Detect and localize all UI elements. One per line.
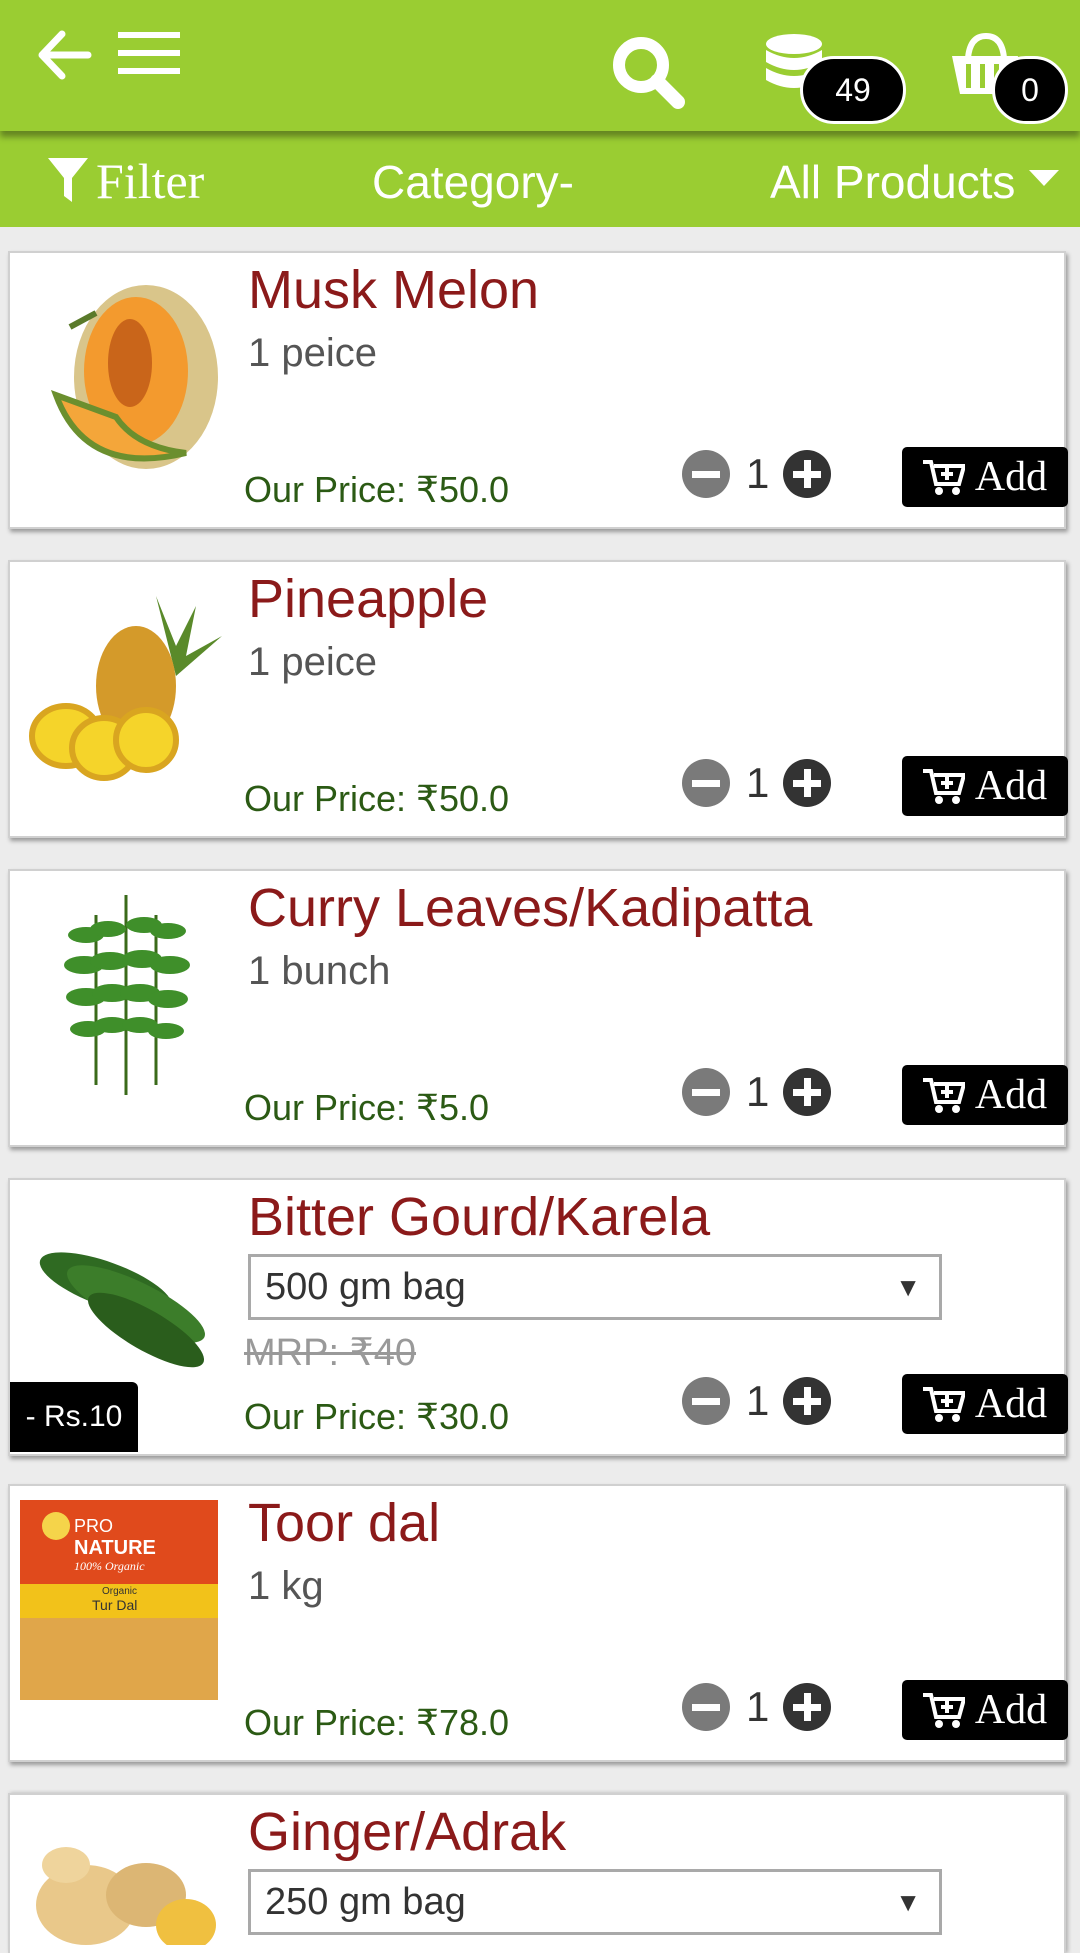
- minus-circle-icon[interactable]: [682, 759, 730, 807]
- cart-plus-icon: [922, 769, 965, 804]
- back-arrow-icon[interactable]: [36, 30, 92, 80]
- quantity-stepper: 1: [682, 1682, 832, 1732]
- wallet-count-badge: 49: [800, 56, 906, 124]
- funnel-icon: [48, 158, 88, 202]
- quantity-value: 1: [746, 450, 770, 497]
- product-unit: 1 peice: [248, 331, 377, 375]
- variant-select-value: 250 gm bag: [265, 1881, 466, 1923]
- quantity-value: 1: [746, 1068, 770, 1115]
- hamburger-menu-icon[interactable]: [118, 30, 180, 76]
- cart-plus-icon: [922, 460, 965, 495]
- filter-button[interactable]: Filter: [48, 153, 204, 209]
- pack-tagline: 100% Organic: [74, 1559, 145, 1573]
- quantity-value: 1: [746, 1377, 770, 1424]
- add-button-label: Add: [974, 1381, 1048, 1427]
- plus-circle-icon[interactable]: [783, 759, 832, 807]
- product-card[interactable]: Pineapple 1 peice Our Price: ₹50.0 1 Add: [8, 560, 1068, 838]
- product-price: Our Price: ₹78.0: [244, 1702, 510, 1743]
- minus-circle-icon[interactable]: [682, 1068, 730, 1116]
- add-button-label: Add: [974, 763, 1048, 809]
- plus-circle-icon[interactable]: [783, 1068, 832, 1116]
- product-unit: 1 kg: [248, 1564, 324, 1608]
- cart-plus-icon: [922, 1078, 965, 1113]
- product-image-pineapple: [26, 576, 226, 796]
- product-unit: 1 bunch: [248, 949, 391, 993]
- add-button-label: Add: [974, 1687, 1048, 1733]
- quantity-stepper: 1: [682, 449, 832, 499]
- product-price: Our Price: ₹5.0: [244, 1087, 489, 1128]
- product-name: Toor dal: [248, 1493, 441, 1553]
- product-unit: 1 peice: [248, 640, 377, 684]
- minus-circle-icon[interactable]: [682, 1377, 730, 1425]
- product-image-toor-dal: PRO NATURE 100% Organic Organic Tur Dal: [16, 1496, 222, 1706]
- product-card[interactable]: PRO NATURE 100% Organic Organic Tur Dal …: [8, 1484, 1068, 1762]
- product-card[interactable]: Musk Melon 1 peice Our Price: ₹50.0 1 Ad…: [8, 251, 1068, 529]
- product-card[interactable]: - Rs.10 Bitter Gourd/Karela 500 gm bag ▼…: [8, 1178, 1068, 1456]
- product-name: Curry Leaves/Kadipatta: [248, 878, 813, 938]
- pack-brand-line2: NATURE: [74, 1537, 156, 1559]
- pack-brand-line1: PRO: [74, 1516, 113, 1536]
- minus-circle-icon[interactable]: [682, 450, 730, 498]
- product-name: Bitter Gourd/Karela: [248, 1187, 711, 1247]
- product-name: Pineapple: [248, 569, 489, 629]
- minus-circle-icon[interactable]: [682, 1683, 730, 1731]
- add-to-cart-button[interactable]: Add: [902, 1374, 1068, 1434]
- product-image-bitter-gourd: [26, 1194, 226, 1414]
- dropdown-arrow-icon: ▼: [895, 1272, 921, 1302]
- dropdown-arrow-icon: ▼: [895, 1887, 921, 1917]
- product-price: Our Price: ₹30.0: [244, 1396, 510, 1437]
- plus-circle-icon[interactable]: [783, 1377, 832, 1425]
- pack-small-label: Organic: [102, 1586, 137, 1597]
- variant-select[interactable]: 250 gm bag ▼: [248, 1869, 942, 1935]
- product-image-ginger: [26, 1825, 226, 1945]
- app-toolbar: 49 0: [0, 0, 1080, 131]
- variant-select-value: 500 gm bag: [265, 1266, 466, 1308]
- cart-plus-icon: [922, 1387, 965, 1422]
- product-price: Our Price: ₹50.0: [244, 778, 510, 819]
- product-name: Musk Melon: [248, 260, 540, 320]
- add-to-cart-button[interactable]: Add: [902, 447, 1068, 507]
- add-to-cart-button[interactable]: Add: [902, 1680, 1068, 1740]
- quantity-stepper: 1: [682, 1067, 832, 1117]
- quantity-stepper: 1: [682, 758, 832, 808]
- quantity-value: 1: [746, 1683, 770, 1730]
- pack-product-label: Tur Dal: [92, 1597, 137, 1613]
- caret-down-icon: [1029, 170, 1060, 186]
- mrp-price: MRP: ₹40: [244, 1332, 417, 1374]
- product-image-musk-melon: [26, 267, 226, 487]
- cart-plus-icon: [922, 1693, 965, 1728]
- quantity-stepper: 1: [682, 1376, 832, 1426]
- product-card[interactable]: Curry Leaves/Kadipatta 1 bunch Our Price…: [8, 869, 1068, 1147]
- category-label: Category-: [372, 156, 574, 208]
- add-button-label: Add: [974, 1072, 1048, 1118]
- variant-select[interactable]: 500 gm bag ▼: [248, 1254, 942, 1320]
- product-image-curry-leaves: [26, 885, 226, 1105]
- category-dropdown[interactable]: All Products: [770, 155, 1060, 209]
- add-button-label: Add: [974, 454, 1048, 500]
- plus-circle-icon[interactable]: [783, 450, 832, 498]
- add-to-cart-button[interactable]: Add: [902, 756, 1068, 816]
- discount-badge: - Rs.10: [10, 1382, 138, 1452]
- filter-label: Filter: [96, 153, 205, 209]
- cart-count-badge: 0: [992, 56, 1068, 124]
- product-card[interactable]: Ginger/Adrak 250 gm bag ▼: [8, 1793, 1066, 1953]
- quantity-value: 1: [746, 759, 770, 806]
- product-name: Ginger/Adrak: [248, 1802, 567, 1862]
- search-icon[interactable]: [610, 34, 686, 110]
- category-dropdown-value: All Products: [770, 156, 1016, 208]
- add-to-cart-button[interactable]: Add: [902, 1065, 1068, 1125]
- plus-circle-icon[interactable]: [783, 1683, 832, 1731]
- product-price: Our Price: ₹50.0: [244, 469, 510, 510]
- filter-bar: Filter Category- All Products: [0, 131, 1080, 227]
